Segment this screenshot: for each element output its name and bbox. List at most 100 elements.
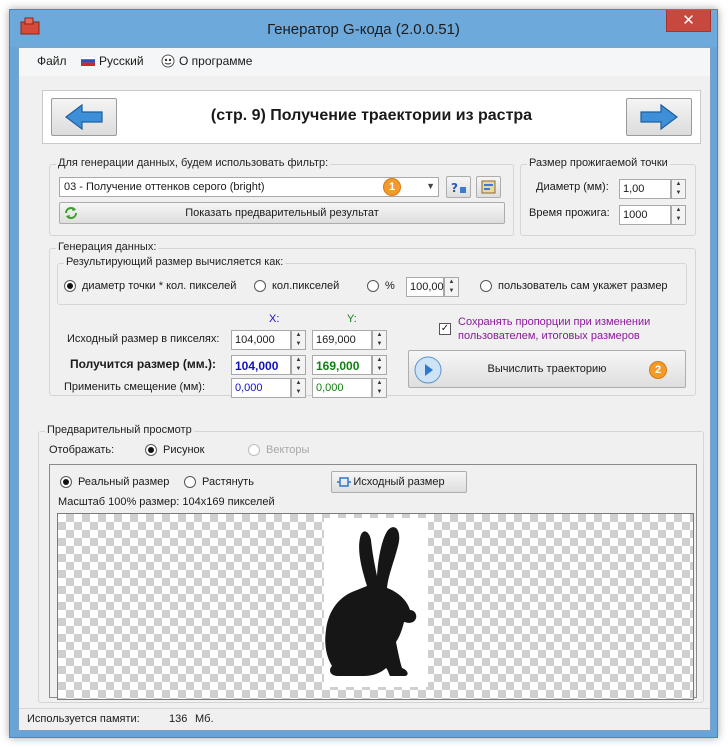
radio-show-picture[interactable]: [145, 444, 157, 456]
menu-about-label: О программе: [179, 54, 253, 68]
close-button[interactable]: ✕: [666, 10, 711, 32]
radio-show-vectors[interactable]: [248, 444, 260, 456]
offset-x-spinner[interactable]: ▲ ▼: [291, 378, 306, 398]
nav-panel: (стр. 9) Получение траектории из растра: [42, 90, 701, 144]
original-size-button[interactable]: Исходный размер: [331, 471, 467, 493]
dot-size-group: Размер прожигаемой точки Диаметр (мм): 1…: [520, 157, 696, 236]
page-title: (стр. 9) Получение траектории из растра: [210, 107, 533, 124]
menu-language-label: Русский: [99, 54, 144, 68]
forward-button[interactable]: [626, 98, 692, 136]
memory-label: Используется памяти:: [27, 713, 140, 725]
about-icon: [161, 54, 175, 68]
radio-stretch-label: Растянуть: [202, 476, 254, 488]
filter-help-button[interactable]: ?: [446, 176, 471, 198]
fit-size-icon: [337, 477, 351, 487]
radio-dot-diameter-label: диаметр точки * кол. пикселей: [82, 280, 237, 292]
menu-bar: Файл Русский О программе: [19, 48, 710, 76]
memory-unit: Мб.: [195, 713, 214, 725]
preview-result-button[interactable]: Показать предварительный результат: [59, 202, 505, 224]
window-title: Генератор G-кода (2.0.0.51): [267, 21, 460, 38]
help-icon: ?: [451, 181, 466, 195]
menu-file-label: Файл: [37, 54, 67, 68]
radio-dot-diameter[interactable]: [64, 280, 76, 292]
original-x-spinner[interactable]: ▲ ▼: [291, 330, 306, 350]
radio-real-size[interactable]: [60, 476, 72, 488]
diameter-value: 1,00: [623, 183, 645, 195]
result-y-input[interactable]: 169,000: [312, 355, 372, 375]
refresh-icon: [65, 207, 77, 219]
burn-time-spinner[interactable]: ▲ ▼: [671, 205, 686, 225]
offset-x-input[interactable]: 0,000: [231, 378, 291, 398]
menu-language[interactable]: Русский: [81, 54, 144, 68]
result-size-label: Получится размер (мм.):: [70, 357, 216, 371]
original-size-label: Исходный размер: [353, 476, 445, 488]
chevron-down-icon: ▼: [426, 181, 435, 191]
radio-pixel-count-label: кол.пикселей: [272, 280, 340, 292]
burn-time-value: 1000: [623, 209, 648, 221]
offset-y-input[interactable]: 0,000: [312, 378, 372, 398]
calculate-trajectory-button[interactable]: Вычислить траекторию 2: [408, 350, 686, 388]
display-label: Отображать:: [49, 444, 115, 456]
step-badge-1: 1: [383, 178, 401, 196]
result-x-value: 104,000: [235, 359, 279, 373]
rabbit-silhouette: [325, 527, 417, 676]
filter-settings-button[interactable]: [476, 176, 501, 198]
result-size-group: Результирующий размер вычисляется как: д…: [57, 256, 687, 305]
scale-info: Масштаб 100% размер: 104x169 пикселей: [58, 496, 275, 508]
client-area: Файл Русский О программе (стр. 9) Получе…: [18, 47, 711, 731]
result-size-group-label: Результирующий размер вычисляется как:: [64, 256, 286, 268]
settings-icon: [481, 180, 496, 194]
dot-size-group-label: Размер прожигаемой точки: [527, 157, 670, 169]
original-x-input[interactable]: 104,000: [231, 330, 291, 350]
generation-group-label: Генерация данных:: [56, 241, 159, 253]
diameter-label: Диаметр (мм):: [536, 181, 609, 193]
filter-group-label: Для генерации данных, будем использовать…: [56, 157, 331, 169]
radio-percent[interactable]: [367, 280, 379, 292]
app-window: Генератор G-кода (2.0.0.51) ✕ Файл Русск…: [9, 9, 718, 738]
filter-selected-value: 03 - Получение оттенков серого (bright): [64, 181, 265, 193]
radio-user-size[interactable]: [480, 280, 492, 292]
original-size-label: Исходный размер в пикселях:: [67, 333, 220, 345]
result-y-spinner[interactable]: ▲ ▼: [372, 355, 387, 375]
offset-x-value: 0,000: [235, 382, 263, 394]
preview-result-label: Показать предварительный результат: [185, 207, 379, 219]
original-y-spinner[interactable]: ▲ ▼: [372, 330, 387, 350]
memory-value: 136: [169, 713, 188, 725]
original-y-input[interactable]: 169,000: [312, 330, 372, 350]
original-y-value: 169,000: [316, 334, 356, 346]
keep-ratio-label: Сохранять пропорции при изменении пользо…: [458, 316, 651, 342]
step-badge-2: 2: [649, 361, 667, 379]
calculate-trajectory-label: Вычислить траекторию: [487, 363, 607, 375]
result-y-value: 169,000: [316, 359, 360, 373]
radio-pixel-count[interactable]: [254, 280, 266, 292]
radio-show-picture-label: Рисунок: [163, 444, 205, 456]
result-x-spinner[interactable]: ▲ ▼: [291, 355, 306, 375]
keep-ratio-checkbox[interactable]: ✓: [439, 323, 451, 335]
status-bar: Используется памяти: 136 Мб.: [19, 708, 710, 730]
result-x-input[interactable]: 104,000: [231, 355, 291, 375]
menu-file[interactable]: Файл: [37, 54, 67, 68]
percent-value: 100,00: [410, 281, 444, 293]
radio-stretch[interactable]: [184, 476, 196, 488]
preview-group-label: Предварительный просмотр: [45, 424, 194, 436]
percent-input[interactable]: 100,00: [406, 277, 444, 297]
y-column-header: Y:: [347, 313, 357, 325]
menu-about[interactable]: О программе: [161, 54, 252, 68]
offset-y-spinner[interactable]: ▲ ▼: [372, 378, 387, 398]
diameter-spinner[interactable]: ▲ ▼: [671, 179, 686, 199]
generation-group: Генерация данных: Результирующий размер …: [49, 241, 696, 398]
preview-image: [324, 518, 428, 687]
burn-time-label: Время прожига:: [529, 207, 610, 219]
filter-select[interactable]: 03 - Получение оттенков серого (bright) …: [59, 177, 439, 197]
percent-spinner[interactable]: ▲ ▼: [444, 277, 459, 297]
title-bar: Генератор G-кода (2.0.0.51) ✕: [10, 10, 717, 47]
x-column-header: X:: [269, 313, 280, 325]
filter-group: Для генерации данных, будем использовать…: [49, 157, 514, 236]
original-x-value: 104,000: [235, 334, 275, 346]
arrow-right-icon: [640, 103, 678, 131]
svg-text:?: ?: [451, 181, 458, 195]
diameter-input[interactable]: 1,00: [619, 179, 671, 199]
radio-percent-label: %: [385, 280, 395, 292]
offset-y-value: 0,000: [316, 382, 344, 394]
burn-time-input[interactable]: 1000: [619, 205, 671, 225]
